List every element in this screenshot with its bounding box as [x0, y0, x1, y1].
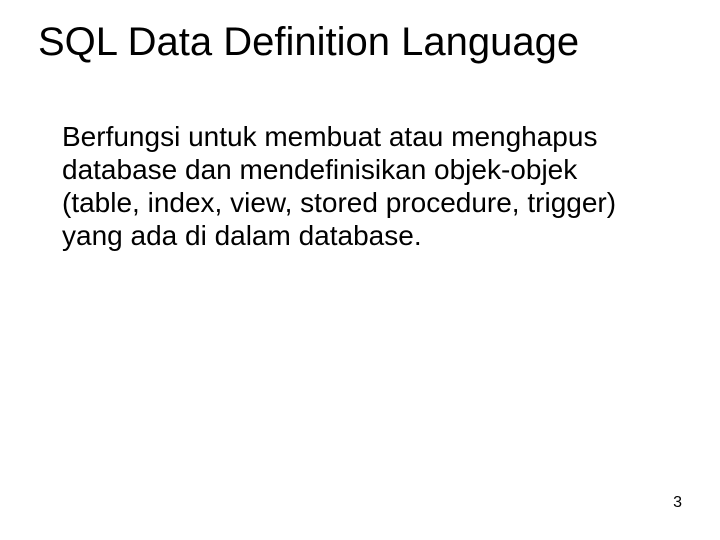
- slide-title: SQL Data Definition Language: [38, 20, 690, 64]
- slide: SQL Data Definition Language Berfungsi u…: [0, 0, 720, 540]
- page-number: 3: [673, 494, 682, 512]
- slide-body-text: Berfungsi untuk membuat atau menghapus d…: [62, 120, 660, 252]
